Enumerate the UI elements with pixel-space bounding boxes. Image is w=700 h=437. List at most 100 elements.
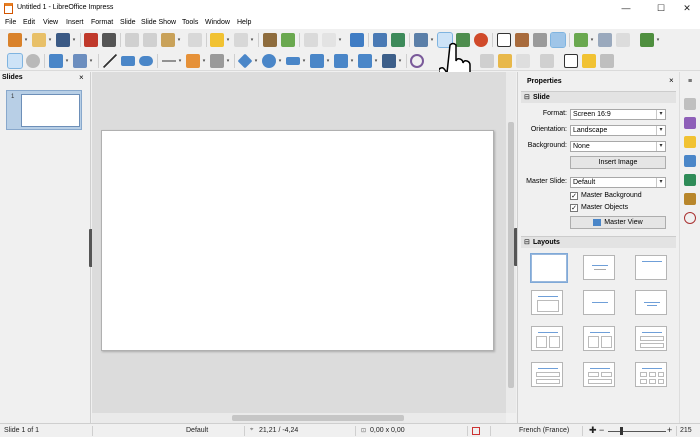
background-select[interactable]: None ▾ <box>570 141 666 152</box>
menu-slide[interactable]: Slide <box>120 19 136 26</box>
properties-close-icon[interactable]: × <box>669 76 674 85</box>
layout-title-content-over[interactable] <box>531 362 563 387</box>
align-objects-icon[interactable] <box>480 54 494 68</box>
layout-title-content-2-content[interactable] <box>583 326 615 351</box>
callouts-dropdown-icon[interactable]: ▾ <box>349 54 355 68</box>
open-dropdown-icon[interactable]: ▾ <box>47 33 53 47</box>
connectors-icon[interactable] <box>210 54 224 68</box>
slide-section-header[interactable]: ⊟ Slide <box>521 91 676 103</box>
text-box-icon[interactable] <box>497 33 511 47</box>
slide-thumbnail[interactable]: 1 <box>6 90 82 130</box>
master-slide-select[interactable]: Default ▾ <box>570 177 666 188</box>
flowchart-dropdown-icon[interactable]: ▾ <box>325 54 331 68</box>
master-background-checkbox[interactable]: ✓ <box>570 192 578 200</box>
slides-pane-close-icon[interactable]: × <box>79 73 84 82</box>
symbol-shapes-dropdown-icon[interactable]: ▾ <box>277 54 283 68</box>
cut-icon[interactable] <box>125 33 139 47</box>
properties-tab-icon[interactable] <box>684 98 696 110</box>
new-slide-icon[interactable] <box>574 33 588 47</box>
rotate-icon[interactable] <box>410 54 424 68</box>
display-views-icon[interactable] <box>322 33 336 47</box>
callouts-icon[interactable] <box>334 54 348 68</box>
layout-title-content[interactable] <box>635 255 667 280</box>
curves-polygons-icon[interactable] <box>186 54 200 68</box>
fill-color-icon[interactable] <box>73 54 87 68</box>
layout-title-6-content[interactable] <box>635 362 667 387</box>
flowchart-icon[interactable] <box>310 54 324 68</box>
spelling-icon[interactable] <box>281 33 295 47</box>
table-icon[interactable] <box>414 33 428 47</box>
redo-dropdown-icon[interactable]: ▾ <box>249 33 255 47</box>
menu-format[interactable]: Format <box>91 19 113 26</box>
fontwork-icon[interactable] <box>550 32 566 48</box>
menu-insert[interactable]: Insert <box>66 19 84 26</box>
3d-objects-dropdown-icon[interactable]: ▾ <box>397 54 403 68</box>
start-from-first-icon[interactable] <box>373 33 387 47</box>
delete-slide-icon[interactable] <box>616 33 630 47</box>
zoom-out-button[interactable]: − <box>599 425 604 435</box>
animation-tab-icon[interactable] <box>684 136 696 148</box>
save-dropdown-icon[interactable]: ▾ <box>71 33 77 47</box>
line-tool-icon[interactable] <box>103 54 117 68</box>
clone-formatting-icon[interactable] <box>188 33 202 47</box>
rectangle-tool-icon[interactable] <box>121 56 135 66</box>
styles-tab-icon[interactable] <box>684 174 696 186</box>
menu-tools[interactable]: Tools <box>182 19 198 26</box>
line-color-icon[interactable] <box>49 54 63 68</box>
stars-dropdown-icon[interactable]: ▾ <box>373 54 379 68</box>
lines-arrows-dropdown-icon[interactable]: ▾ <box>177 54 183 68</box>
master-slide-icon[interactable] <box>350 33 364 47</box>
ellipse-tool-icon[interactable] <box>139 56 153 66</box>
special-character-icon[interactable] <box>515 33 529 47</box>
slide-workspace[interactable] <box>92 72 506 413</box>
display-views-dropdown-icon[interactable]: ▾ <box>337 33 343 47</box>
document-modified-icon[interactable] <box>472 427 480 435</box>
paste-icon[interactable] <box>161 33 175 47</box>
points-icon[interactable] <box>564 54 578 68</box>
duplicate-slide-icon[interactable] <box>598 33 612 47</box>
menu-help[interactable]: Help <box>237 19 251 26</box>
line-color-dropdown-icon[interactable]: ▾ <box>64 54 70 68</box>
start-from-current-icon[interactable] <box>391 33 405 47</box>
format-select[interactable]: Screen 16:9 ▾ <box>570 109 666 120</box>
toggle-extrusion-icon[interactable] <box>600 54 614 68</box>
menu-slide-show[interactable]: Slide Show <box>141 19 176 26</box>
horizontal-scrollbar-thumb[interactable] <box>232 415 404 421</box>
open-folder-icon[interactable] <box>32 33 46 47</box>
menu-file[interactable]: File <box>5 19 16 26</box>
print-icon[interactable] <box>102 33 116 47</box>
horizontal-scrollbar[interactable] <box>92 413 506 423</box>
menu-view[interactable]: View <box>43 19 58 26</box>
layout-title-2-content-stacked[interactable] <box>635 326 667 351</box>
new-document-icon[interactable] <box>8 33 22 47</box>
layout-blank[interactable] <box>530 253 568 283</box>
slide-transition-tab-icon[interactable] <box>684 155 696 167</box>
undo-icon[interactable] <box>210 33 224 47</box>
layout-title-4-content[interactable] <box>583 362 615 387</box>
fit-slide-icon[interactable]: ✚ <box>589 425 597 436</box>
insert-image-button[interactable]: Insert Image <box>570 156 666 169</box>
lines-arrows-icon[interactable] <box>162 54 176 68</box>
gallery-tab-icon[interactable] <box>684 193 696 205</box>
grid-icon[interactable] <box>304 33 318 47</box>
paste-dropdown-icon[interactable]: ▾ <box>176 33 182 47</box>
fill-color-dropdown-icon[interactable]: ▾ <box>88 54 94 68</box>
layout-centered-text[interactable] <box>583 290 615 315</box>
new-slide-dropdown-icon[interactable]: ▾ <box>589 33 595 47</box>
minimize-button[interactable]: — <box>611 0 641 17</box>
language-status[interactable]: French (France) <box>519 427 569 434</box>
zoom-percent-status[interactable]: 215 <box>680 427 692 434</box>
menu-window[interactable]: Window <box>205 19 230 26</box>
copy-icon[interactable] <box>143 33 157 47</box>
shadow-icon[interactable] <box>498 54 512 68</box>
3d-objects-icon[interactable] <box>382 54 396 68</box>
layout-title-centered[interactable] <box>635 290 667 315</box>
master-slides-tab-icon[interactable] <box>684 117 696 129</box>
insert-chart-icon[interactable] <box>474 33 488 47</box>
table-dropdown-icon[interactable]: ▾ <box>429 33 435 47</box>
zoom-slider-thumb[interactable] <box>620 427 623 435</box>
slide-layout-icon[interactable] <box>640 33 654 47</box>
master-objects-checkbox[interactable]: ✓ <box>570 204 578 212</box>
crop-icon[interactable] <box>516 54 530 68</box>
basic-shapes-icon[interactable] <box>237 53 253 69</box>
